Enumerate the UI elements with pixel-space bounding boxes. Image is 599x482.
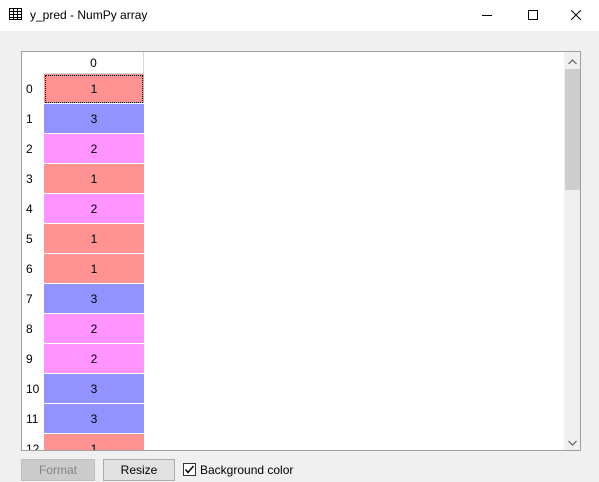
row-header[interactable]: 2 <box>22 134 44 164</box>
background-color-toggle[interactable]: Background color <box>183 462 293 477</box>
row-header[interactable]: 0 <box>22 74 44 104</box>
table-cell[interactable]: 3 <box>44 104 144 134</box>
column-header[interactable]: 0 <box>44 52 144 74</box>
table-cell[interactable]: 2 <box>44 194 144 224</box>
table-cell[interactable]: 2 <box>44 314 144 344</box>
scrollbar-thumb[interactable] <box>565 69 580 190</box>
table-cell[interactable]: 1 <box>44 164 144 194</box>
chevron-up-icon <box>568 54 577 68</box>
table-cell[interactable]: 1 <box>44 254 144 284</box>
title-bar: y_pred - NumPy array <box>0 0 599 31</box>
scroll-up-button[interactable] <box>564 52 580 69</box>
maximize-button[interactable] <box>510 0 556 31</box>
table-cell[interactable]: 1 <box>44 74 144 104</box>
array-table[interactable]: 0 0 1 1 3 2 2 3 1 4 2 5 1 6 1 7 3 8 2 9 2 10 3 11 3 12 1 <box>21 51 581 451</box>
background-color-label: Background color <box>200 462 294 477</box>
row-header[interactable]: 5 <box>22 224 44 254</box>
table-corner <box>22 52 44 74</box>
minimize-icon <box>482 9 492 23</box>
chevron-down-icon <box>568 435 577 449</box>
numpy-array-viewer-window: y_pred - NumPy array 0 01132231425161738… <box>0 0 599 482</box>
table-cell[interactable]: 1 <box>44 434 144 450</box>
row-header[interactable]: 11 <box>22 404 44 434</box>
table-cell[interactable]: 2 <box>44 344 144 374</box>
vertical-scrollbar[interactable] <box>564 52 580 450</box>
row-header[interactable]: 7 <box>22 284 44 314</box>
close-icon <box>570 9 582 23</box>
row-header[interactable]: 6 <box>22 254 44 284</box>
table-cell[interactable]: 2 <box>44 134 144 164</box>
close-button[interactable] <box>553 0 599 31</box>
table-cell[interactable]: 3 <box>44 404 144 434</box>
scroll-down-button[interactable] <box>564 433 580 450</box>
table-cell[interactable]: 1 <box>44 224 144 254</box>
row-header[interactable]: 4 <box>22 194 44 224</box>
minimize-button[interactable] <box>464 0 510 31</box>
window-title: y_pred - NumPy array <box>30 8 148 22</box>
row-header[interactable]: 9 <box>22 344 44 374</box>
table-icon <box>9 8 22 21</box>
row-header[interactable]: 3 <box>22 164 44 194</box>
checkmark-icon <box>184 465 195 474</box>
format-button[interactable]: Format <box>21 459 95 481</box>
resize-button[interactable]: Resize <box>103 459 175 481</box>
row-header[interactable]: 12 <box>22 434 44 450</box>
row-header[interactable]: 8 <box>22 314 44 344</box>
row-header[interactable]: 1 <box>22 104 44 134</box>
row-header[interactable]: 10 <box>22 374 44 404</box>
table-cell[interactable]: 3 <box>44 374 144 404</box>
maximize-icon <box>528 9 538 23</box>
table-cell[interactable]: 3 <box>44 284 144 314</box>
background-color-checkbox[interactable] <box>183 463 196 476</box>
